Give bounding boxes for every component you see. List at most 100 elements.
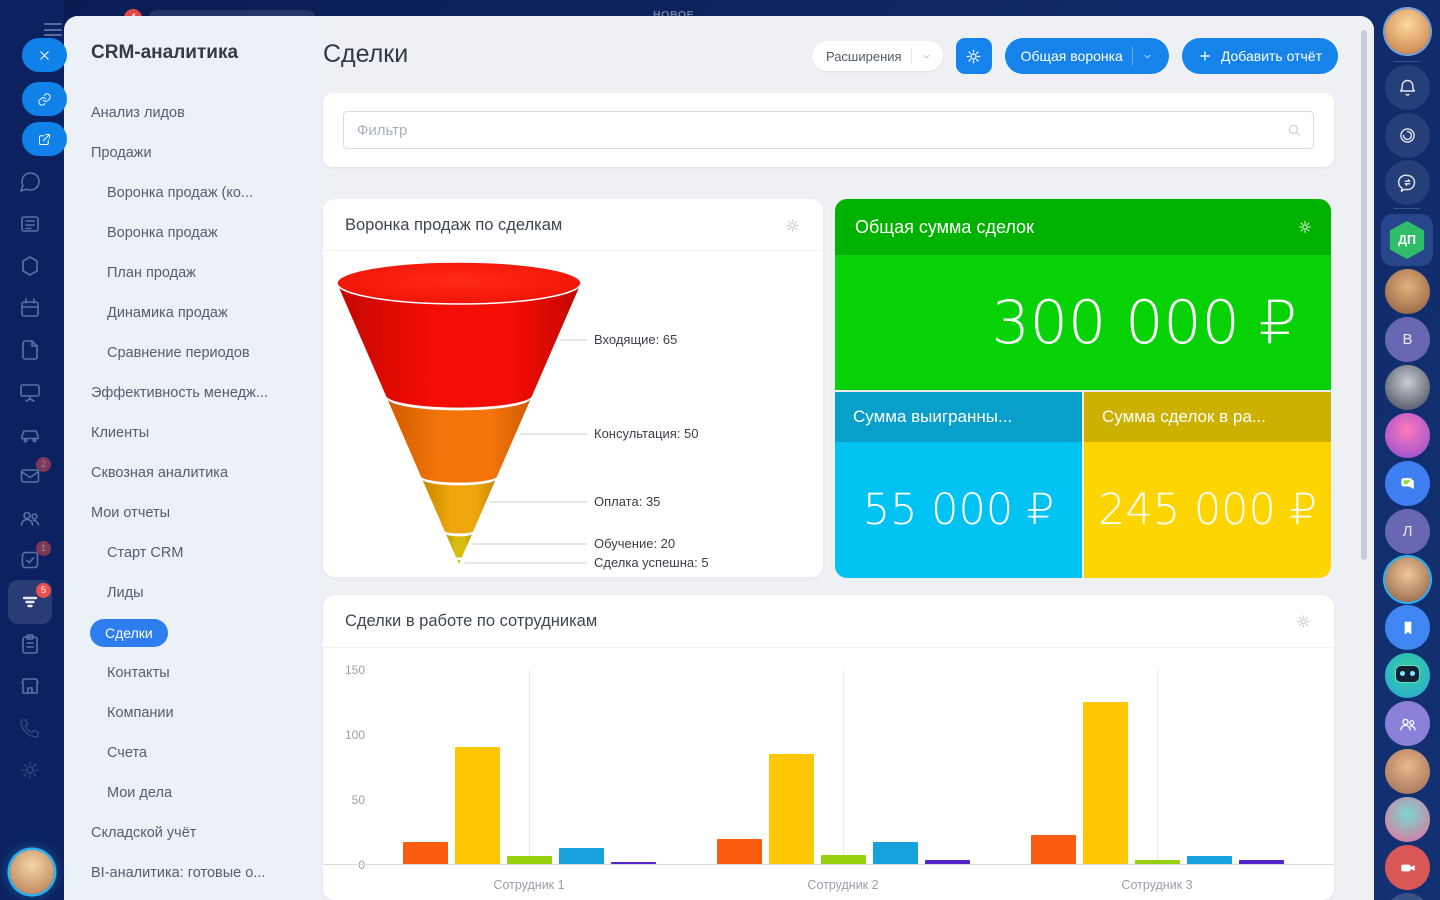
sidebar-item[interactable]: Старт CRM (64, 533, 323, 573)
profile-avatar[interactable] (1385, 9, 1430, 54)
bar[interactable] (1083, 702, 1128, 865)
filter-input[interactable] (343, 111, 1314, 149)
bar[interactable] (455, 747, 500, 864)
tasks-icon[interactable]: 1 (18, 548, 42, 572)
sidebar-item[interactable]: Компании (64, 693, 323, 733)
sidebar-item[interactable]: Воронка продаж (64, 213, 323, 253)
scrollbar[interactable] (1361, 30, 1367, 560)
video-call-button[interactable] (1385, 845, 1430, 890)
sidebar-item[interactable]: Сквозная аналитика (64, 453, 323, 493)
funnel-top[interactable] (337, 262, 581, 304)
bar[interactable] (717, 839, 762, 864)
user-avatar[interactable] (1385, 797, 1430, 842)
widget-title: Воронка продаж по сделкам (345, 216, 562, 235)
widget-settings-icon[interactable] (1295, 613, 1312, 630)
copilot-button[interactable] (1385, 113, 1430, 158)
search-icon[interactable] (1286, 122, 1302, 138)
sidebar-item[interactable]: Воронка продаж (ко... (64, 173, 323, 213)
bar[interactable] (1239, 860, 1284, 864)
extensions-label: Расширения (826, 49, 902, 64)
menu-icon[interactable] (44, 23, 62, 36)
bar[interactable] (925, 860, 970, 864)
total-amount-card[interactable]: Общая сумма сделок 300 000 ₽ (835, 199, 1331, 390)
sidebar-item[interactable]: Клиенты (64, 413, 323, 453)
profile-avatar[interactable] (10, 850, 54, 894)
bar[interactable] (559, 848, 604, 864)
user-avatar[interactable] (1385, 269, 1430, 314)
copy-link-button[interactable] (22, 82, 67, 116)
sidebar-item[interactable]: Контакты (64, 653, 323, 693)
sidebar-item[interactable]: Сравнение периодов (64, 333, 323, 373)
user-avatar[interactable] (1385, 557, 1430, 602)
widget-title: Сделки в работе по сотрудникам (345, 612, 597, 631)
bar[interactable] (1135, 860, 1180, 864)
board-icon[interactable] (18, 380, 42, 404)
sidebar-item[interactable]: Мои дела (64, 773, 323, 813)
funnel-segment[interactable] (457, 560, 460, 564)
sidebar-item[interactable]: Продажи (64, 133, 323, 173)
sidebar-item[interactable]: BI-аналитика: готовые о... (64, 853, 323, 893)
chat-sync-button[interactable] (1385, 160, 1430, 205)
sidebar-item[interactable]: Счета (64, 733, 323, 773)
people-icon[interactable] (18, 506, 42, 530)
funnel-segment[interactable] (387, 398, 531, 483)
user-initial-avatar[interactable]: Л (1385, 509, 1430, 554)
sidebar-item-active-pill[interactable]: Сделки (90, 619, 168, 647)
won-amount-card[interactable]: Сумма выигранны... 55 000 ₽ (835, 392, 1082, 578)
funnel-select[interactable]: Общая воронка (1005, 38, 1169, 74)
widget-settings-icon[interactable] (1297, 219, 1313, 235)
sidebar-item[interactable]: Складской учёт (64, 813, 323, 853)
sidebar-item[interactable]: Динамика продаж (64, 293, 323, 333)
add-report-button[interactable]: Добавить отчёт (1182, 38, 1338, 74)
mail-icon[interactable]: 2 (18, 464, 42, 488)
workspace-badge[interactable]: ДП (1381, 214, 1433, 266)
bar[interactable] (769, 754, 814, 865)
gear-icon[interactable] (18, 758, 42, 782)
sidebar-item[interactable]: Сделки (64, 613, 323, 653)
user-avatar[interactable] (1385, 413, 1430, 458)
user-avatar[interactable] (1385, 749, 1430, 794)
news-icon[interactable] (18, 212, 42, 236)
in-progress-amount-card[interactable]: Сумма сделок в ра... 245 000 ₽ (1084, 392, 1331, 578)
notifications-button[interactable] (1385, 65, 1430, 110)
group-button[interactable] (1385, 701, 1430, 746)
bar-category-label: Сотрудник 2 (763, 878, 923, 892)
bar[interactable] (1187, 856, 1232, 864)
store-icon[interactable] (18, 674, 42, 698)
chat-icon[interactable] (18, 170, 42, 194)
bot-avatar[interactable] (1385, 653, 1430, 698)
phone-icon[interactable] (18, 716, 42, 740)
calendar-button[interactable] (1385, 893, 1430, 900)
bar[interactable] (611, 862, 656, 864)
sidebar-item[interactable]: Эффективность менедж... (64, 373, 323, 413)
calendar-icon[interactable] (18, 296, 42, 320)
bar[interactable] (873, 842, 918, 864)
settings-button[interactable] (956, 38, 992, 74)
clipboard-icon[interactable] (18, 632, 42, 656)
sidebar-item[interactable]: Анализ лидов (64, 93, 323, 133)
bar[interactable] (507, 856, 552, 864)
bar[interactable] (1031, 835, 1076, 864)
car-icon[interactable] (18, 422, 42, 446)
card-title: Сумма сделок в ра... (1102, 407, 1266, 427)
bar[interactable] (821, 855, 866, 864)
close-button[interactable] (22, 38, 67, 72)
divider (1394, 208, 1420, 209)
document-icon[interactable] (18, 338, 42, 362)
user-initial-avatar[interactable]: В (1385, 317, 1430, 362)
bookmark-button[interactable] (1385, 605, 1430, 650)
funnel-segment[interactable] (446, 534, 472, 558)
crm-funnel-icon[interactable]: 5 (18, 590, 42, 614)
extensions-button[interactable]: Расширения (812, 41, 943, 71)
funnel-segment[interactable] (422, 479, 496, 533)
bar[interactable] (403, 842, 448, 864)
sidebar-item[interactable]: Лиды (64, 573, 323, 613)
widget-settings-icon[interactable] (784, 217, 801, 234)
sidebar-item[interactable]: Мои отчеты (64, 493, 323, 533)
sidebar-item[interactable]: План продаж (64, 253, 323, 293)
messenger-button[interactable] (1385, 461, 1430, 506)
hexagon-icon[interactable] (18, 254, 42, 278)
open-new-window-button[interactable] (22, 122, 67, 156)
user-avatar[interactable] (1385, 365, 1430, 410)
card-title: Общая сумма сделок (855, 217, 1034, 238)
